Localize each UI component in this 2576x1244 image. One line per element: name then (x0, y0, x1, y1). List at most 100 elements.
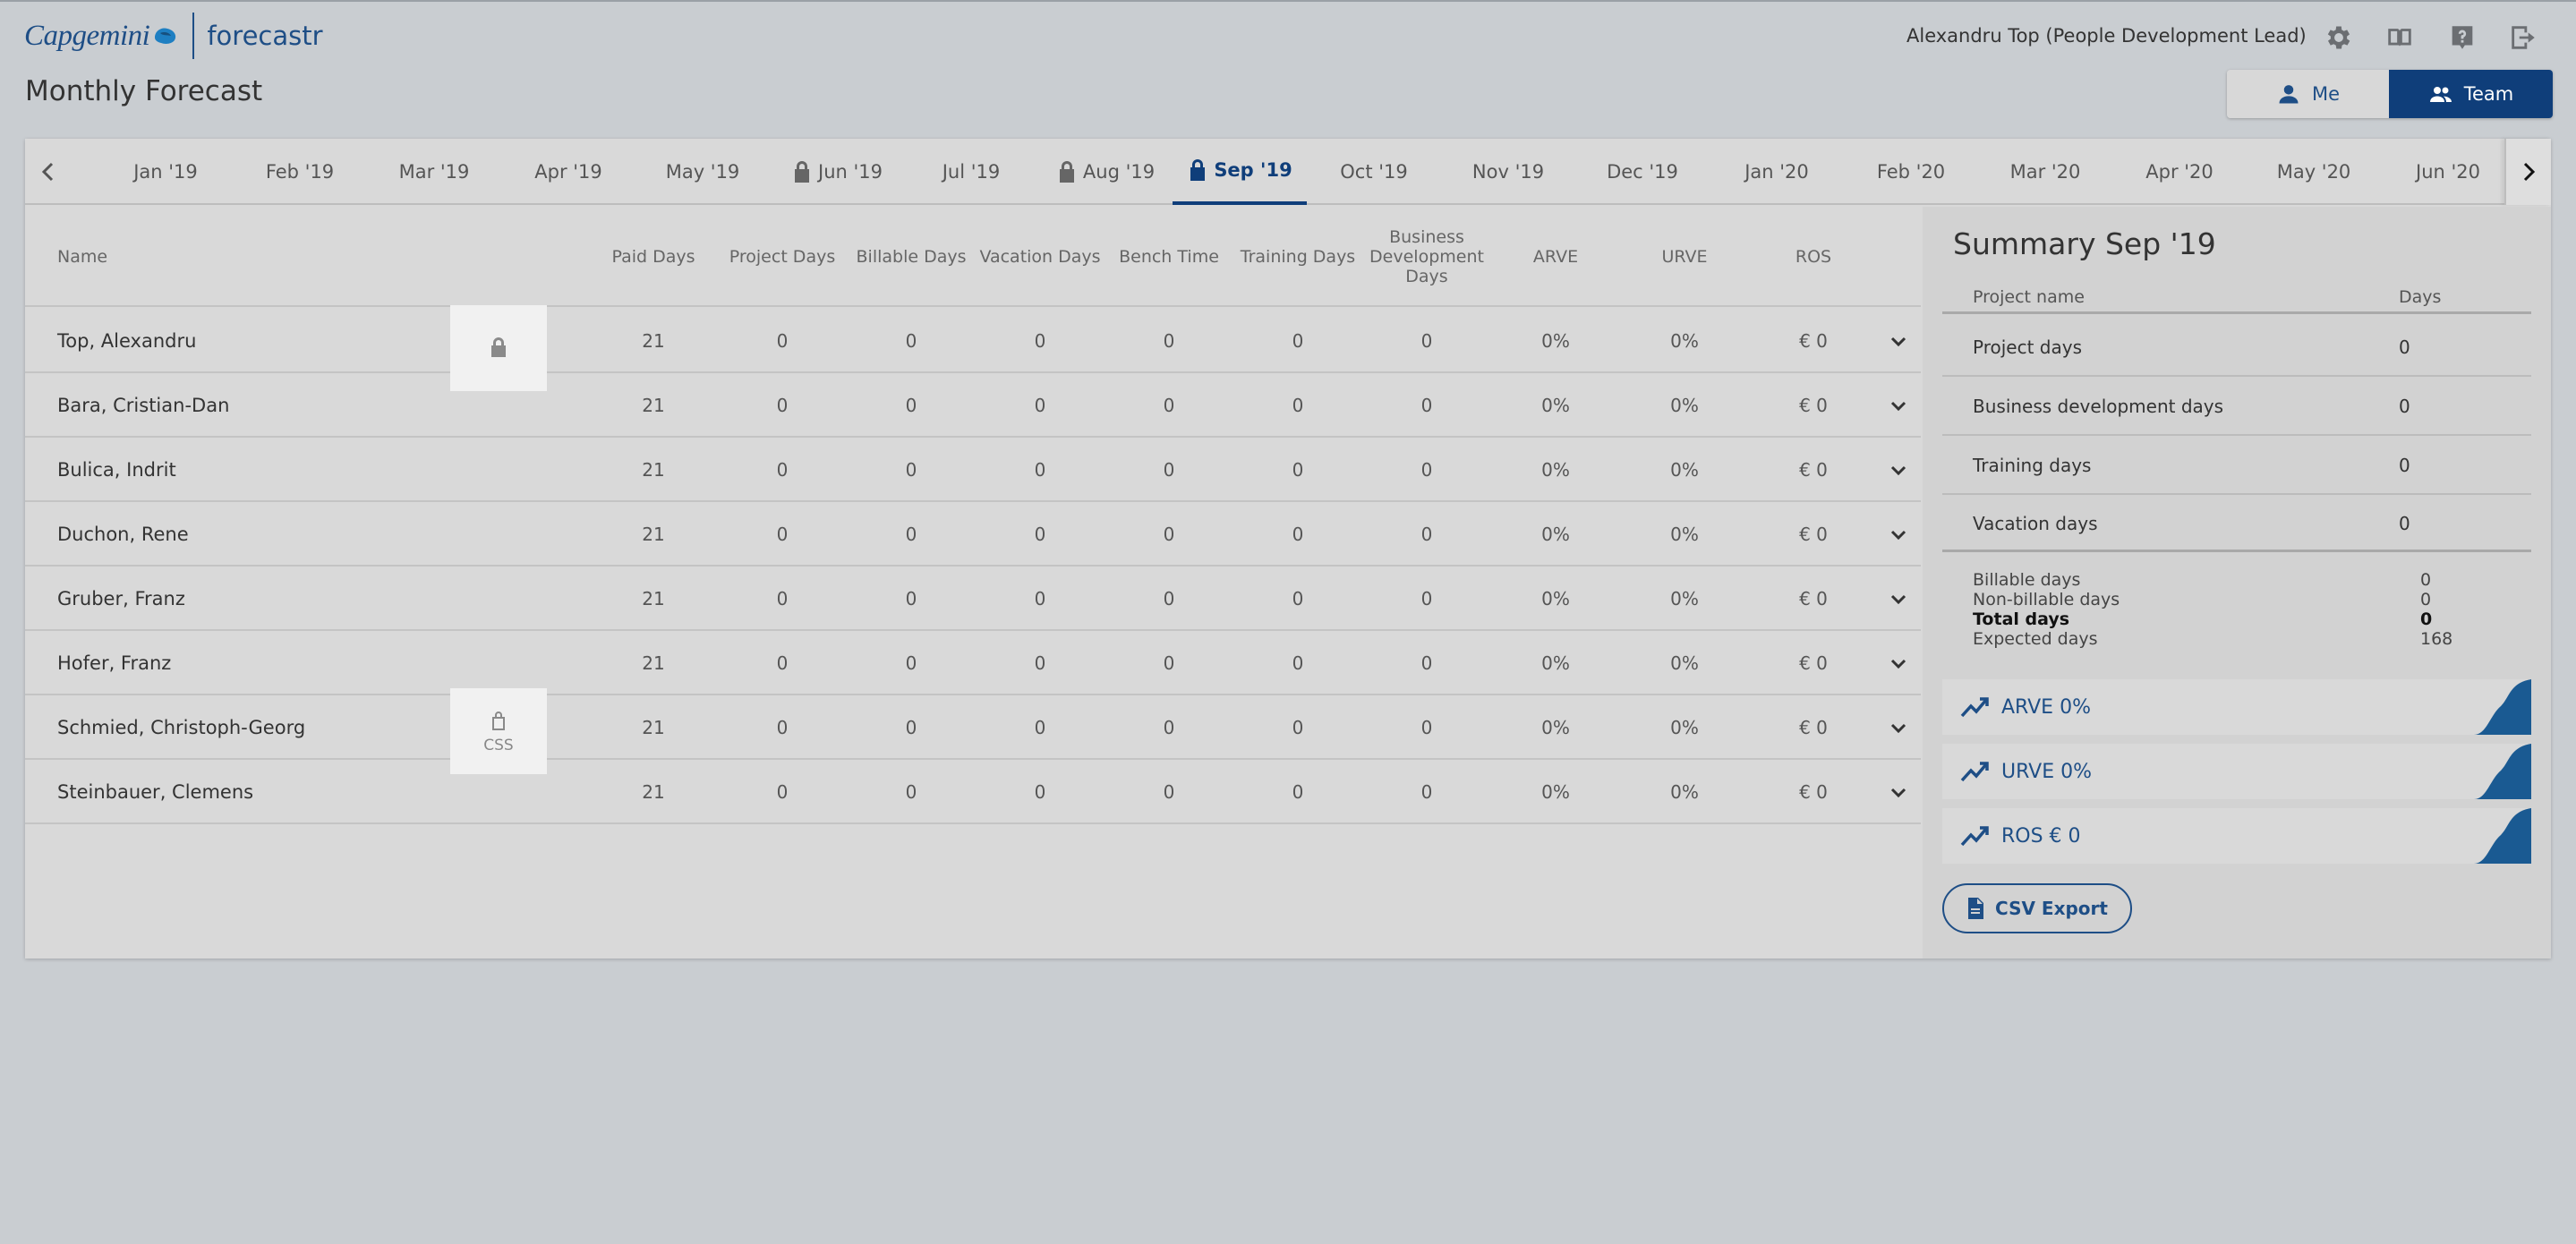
expand-row-button[interactable] (1878, 502, 1919, 567)
cell-project: 0 (776, 717, 789, 738)
month-tab[interactable]: Jun '20 (2381, 139, 2515, 205)
ros-metric[interactable]: ROS € 0 (1942, 808, 2531, 864)
month-tab[interactable]: Dec '19 (1575, 139, 1710, 205)
month-tab[interactable]: Aug '19 (1038, 139, 1173, 205)
trending-up-icon (1960, 697, 1989, 718)
expand-row-button[interactable] (1878, 760, 1919, 824)
employee-name: Steinbauer, Clemens (57, 781, 254, 803)
month-tab[interactable]: May '19 (635, 139, 770, 205)
cell-billable: 0 (905, 652, 917, 674)
month-tab[interactable]: Sep '19 (1173, 139, 1307, 205)
cell-bizdev: 0 (1420, 717, 1433, 738)
column-header-training-days: Training Days (1240, 247, 1356, 267)
month-tab[interactable]: Nov '19 (1441, 139, 1575, 205)
cell-billable: 0 (905, 524, 917, 545)
ros-metric-label: ROS € 0 (2001, 824, 2081, 848)
trending-up-icon (1960, 826, 1989, 847)
month-tab[interactable]: Jan '19 (98, 139, 233, 205)
urve-metric[interactable]: URVE 0% (1942, 744, 2531, 799)
cell-ros: € 0 (1799, 588, 1828, 609)
next-months-button[interactable] (2504, 139, 2551, 205)
cell-project: 0 (776, 652, 789, 674)
month-tab[interactable]: Feb '19 (233, 139, 367, 205)
column-header-arve: ARVE (1532, 247, 1579, 267)
cell-bizdev: 0 (1420, 459, 1433, 481)
book-icon (2388, 29, 2411, 47)
logout-button[interactable] (2505, 20, 2541, 55)
help-icon (2452, 26, 2473, 49)
summary-header: Project name Days (1942, 280, 2531, 314)
cell-bizdev: 0 (1420, 330, 1433, 352)
cell-bizdev: 0 (1420, 395, 1433, 416)
cell-ros: € 0 (1799, 524, 1828, 545)
previous-months-button[interactable] (25, 139, 72, 205)
gear-icon (2327, 26, 2350, 49)
column-header-paid-days: Paid Days (611, 247, 695, 267)
expand-row-button[interactable] (1878, 438, 1919, 502)
month-tab[interactable]: May '20 (2247, 139, 2381, 205)
month-tab-label: Jan '19 (133, 161, 198, 183)
row-lock-toggle-locked[interactable] (450, 305, 547, 391)
row-lock-toggle-unlocked[interactable]: CSS (450, 688, 547, 774)
month-tab-label: Jul '19 (942, 161, 1001, 183)
cell-training: 0 (1292, 459, 1304, 481)
expand-row-button[interactable] (1878, 567, 1919, 631)
csv-export-button[interactable]: CSV Export (1942, 883, 2132, 933)
logo-product-text: forecastr (207, 21, 323, 51)
arve-metric[interactable]: ARVE 0% (1942, 679, 2531, 735)
chevron-down-icon (1890, 337, 1906, 347)
month-tab[interactable]: Feb '20 (1844, 139, 1978, 205)
chevron-down-icon (1890, 788, 1906, 798)
column-header-ros: ROS (1795, 247, 1832, 267)
cell-training: 0 (1292, 524, 1304, 545)
summary-value: 0 (2399, 337, 2410, 358)
expand-row-button[interactable] (1878, 373, 1919, 438)
cell-ros: € 0 (1799, 330, 1828, 352)
month-tab[interactable]: Apr '19 (501, 139, 635, 205)
month-tab[interactable]: Mar '19 (367, 139, 501, 205)
summary-value: 0 (2399, 396, 2410, 417)
month-tab[interactable]: Jul '19 (904, 139, 1038, 205)
cell-urve: 0% (1670, 330, 1699, 352)
cell-bench: 0 (1163, 588, 1175, 609)
cell-training: 0 (1292, 588, 1304, 609)
month-tab[interactable]: Jun '19 (770, 139, 904, 205)
expand-row-button[interactable] (1878, 695, 1919, 760)
cell-bench: 0 (1163, 395, 1175, 416)
cell-paid: 21 (642, 459, 665, 481)
team-toggle-button[interactable]: Team (2389, 70, 2553, 118)
logo-brand-text: Capgemini (24, 19, 150, 52)
summary-label: Business development days (1973, 396, 2224, 417)
employee-name: Gruber, Franz (57, 588, 185, 609)
cell-project: 0 (776, 524, 789, 545)
manual-button[interactable] (2382, 20, 2418, 55)
cell-ros: € 0 (1799, 652, 1828, 674)
cell-paid: 21 (642, 395, 665, 416)
cell-vacation: 0 (1034, 717, 1046, 738)
metric-wave-decoration (2474, 744, 2531, 799)
view-toggle: Me Team (2227, 70, 2553, 118)
summary-label: Project days (1973, 337, 2082, 358)
settings-button[interactable] (2321, 20, 2357, 55)
month-tab[interactable]: Apr '20 (2112, 139, 2247, 205)
month-tab[interactable]: Oct '19 (1307, 139, 1441, 205)
help-button[interactable] (2444, 20, 2480, 55)
me-toggle-button[interactable]: Me (2227, 70, 2389, 118)
expand-row-button[interactable] (1878, 309, 1919, 373)
month-tab[interactable]: Mar '20 (1978, 139, 2112, 205)
summary-panel: Summary Sep '19 Project name Days Projec… (1923, 207, 2551, 959)
month-tab[interactable]: Jan '20 (1710, 139, 1844, 205)
summary-col-days: Days (2399, 287, 2442, 307)
cell-training: 0 (1292, 781, 1304, 803)
table-row: Bulica, Indrit 21 0 0 0 0 0 0 0% 0% € 0 (25, 438, 1921, 502)
lock-icon (791, 159, 813, 184)
chevron-down-icon (1890, 594, 1906, 605)
month-tab-label: Jan '20 (1744, 161, 1809, 183)
cell-training: 0 (1292, 395, 1304, 416)
expand-row-button[interactable] (1878, 631, 1919, 695)
month-tab-label: Sep '19 (1214, 159, 1292, 181)
cell-vacation: 0 (1034, 588, 1046, 609)
non-billable-days-label: Non-billable days (1973, 590, 2120, 609)
logo[interactable]: Capgemini forecastr (24, 13, 323, 59)
cell-bizdev: 0 (1420, 524, 1433, 545)
